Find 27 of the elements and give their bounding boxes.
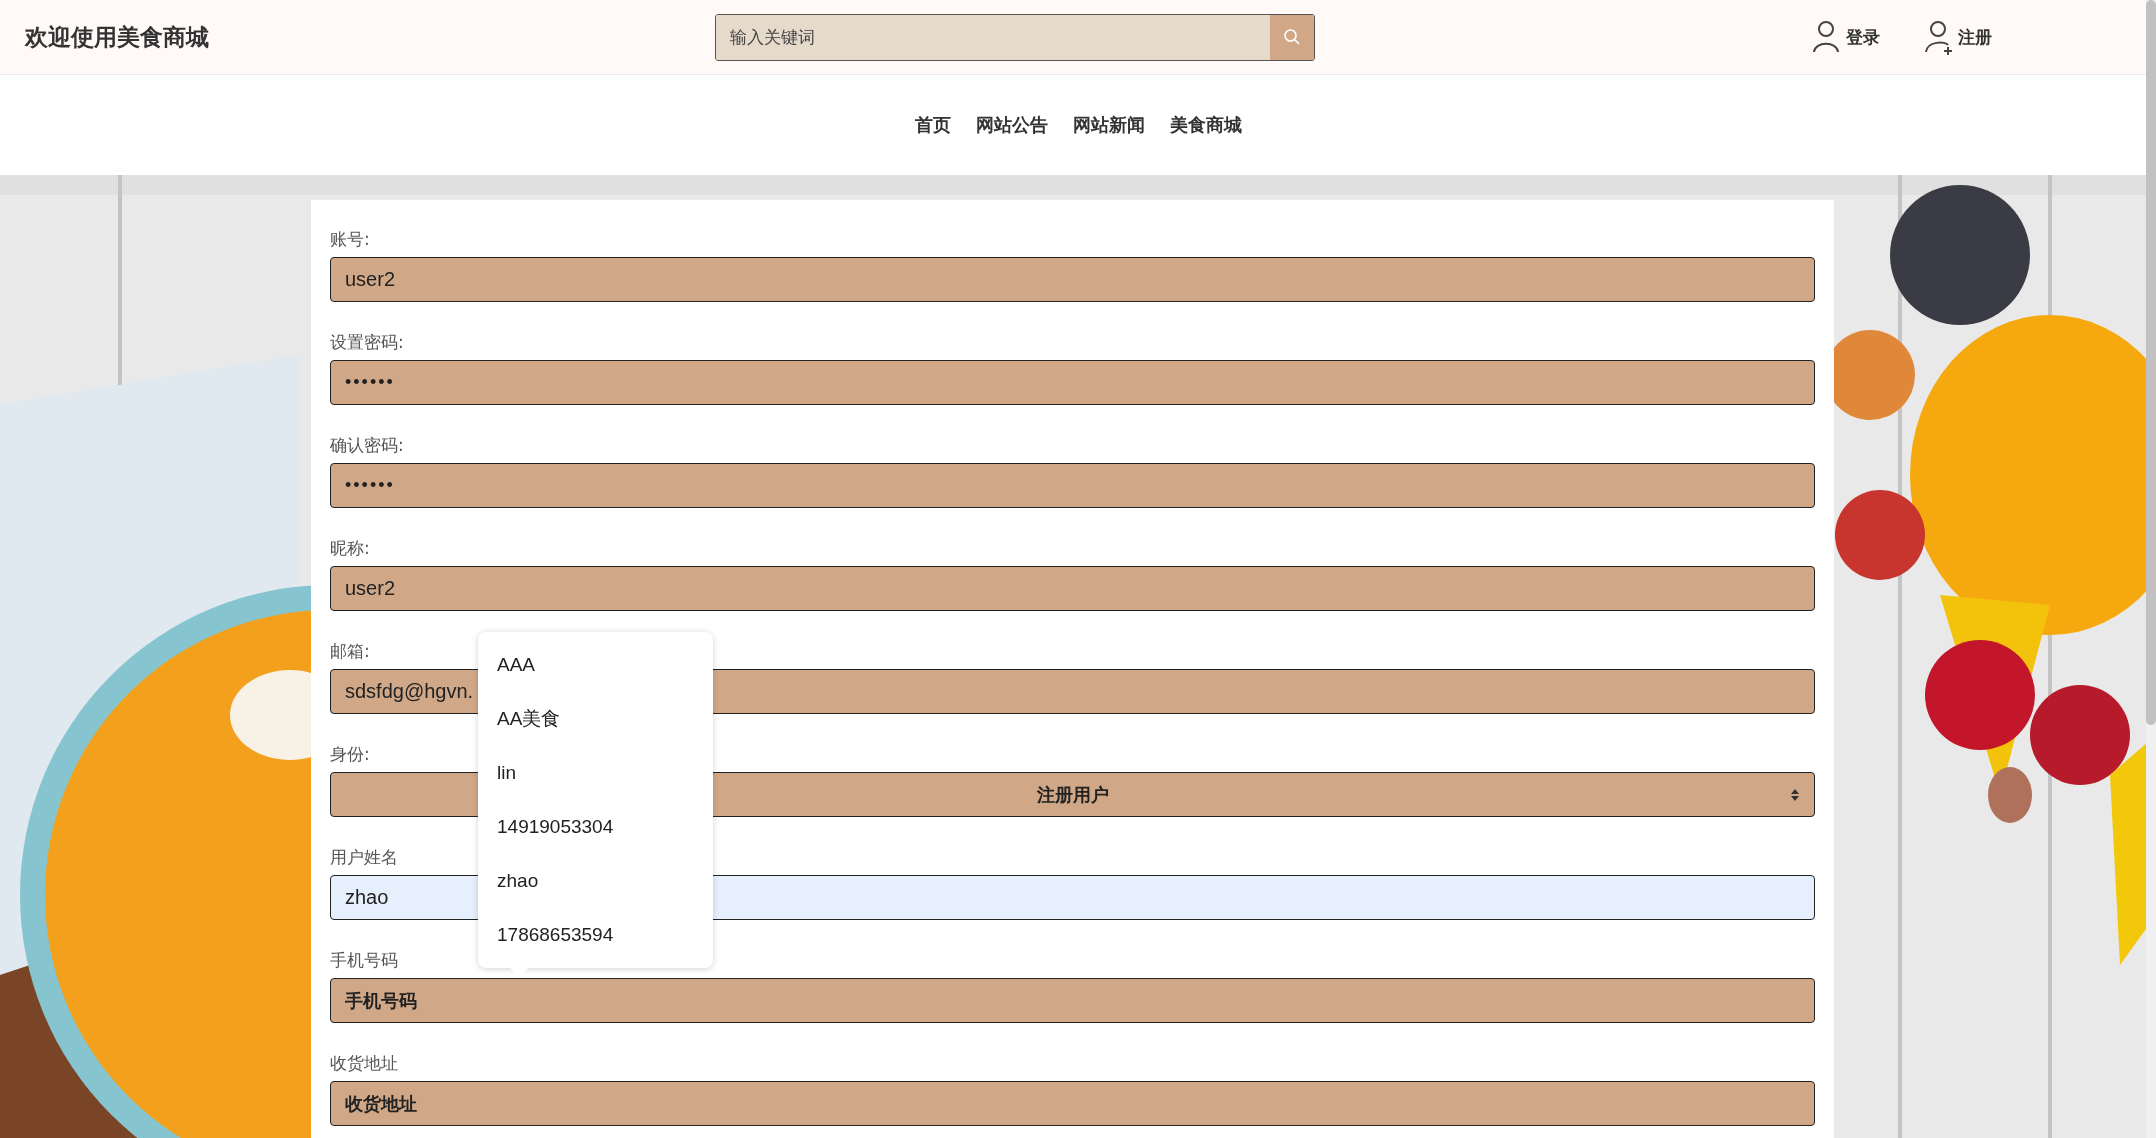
field-label: 确认密码: xyxy=(330,434,404,457)
register-link[interactable]: 注册 xyxy=(1924,19,1992,55)
password-field[interactable]: •••••• xyxy=(330,463,1815,508)
field-label: 账号: xyxy=(330,228,370,251)
field-label: 身份: xyxy=(330,743,370,766)
field-label: 收货地址 xyxy=(330,1052,398,1075)
input-field[interactable]: user2 xyxy=(330,566,1815,611)
scrollbar[interactable] xyxy=(2146,0,2156,1138)
site-title: 欢迎使用美食商城 xyxy=(25,22,210,52)
field-label: 手机号码 xyxy=(330,949,398,972)
sort-arrows-icon xyxy=(1790,788,1800,802)
input-field[interactable]: 收货地址 xyxy=(330,1081,1815,1126)
field-label: 邮箱: xyxy=(330,640,370,663)
nav-link[interactable]: 美食商城 xyxy=(1169,113,1242,137)
field-label: 昵称: xyxy=(330,537,370,560)
nav-link[interactable]: 网站公告 xyxy=(975,113,1048,137)
input-field[interactable]: 手机号码 xyxy=(330,978,1815,1023)
nav-link[interactable]: 首页 xyxy=(914,113,951,137)
field-label: 用户姓名 xyxy=(330,846,398,869)
login-link[interactable]: 登录 xyxy=(1812,19,1880,55)
scrollbar-thumb[interactable] xyxy=(2146,0,2156,725)
input-field[interactable]: user2 xyxy=(330,257,1815,302)
field-label: 设置密码: xyxy=(330,331,404,354)
add-user-icon xyxy=(1924,19,1954,55)
nav-link[interactable]: 网站新闻 xyxy=(1072,113,1145,137)
password-field[interactable]: •••••• xyxy=(330,360,1815,405)
user-icon xyxy=(1812,19,1842,55)
